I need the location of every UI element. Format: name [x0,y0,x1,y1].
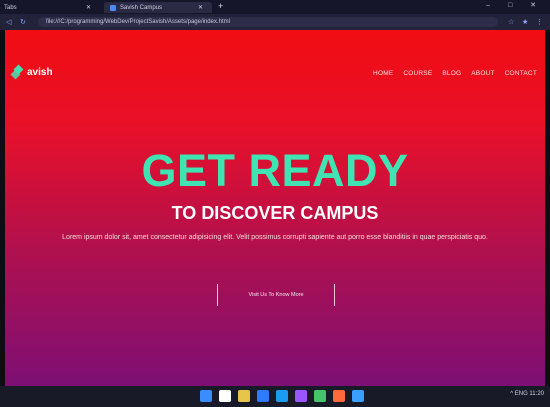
hero-title: GET READY [141,145,409,196]
address-bar[interactable]: file:///C:/programming/WebDev/ProjectSav… [38,17,498,27]
nav-blog[interactable]: BLOG [442,70,461,77]
browser-tab[interactable]: Tabs ✕ [4,2,100,13]
menu-icon[interactable]: ⋮ [536,18,543,26]
tab-title: Savish Campus [120,4,163,11]
nav-about[interactable]: ABOUT [471,70,494,77]
hero-description: Lorem ipsum dolor sit, amet consectetur … [62,234,488,241]
chrome-icon[interactable] [314,390,326,402]
extension-icon[interactable]: ★ [522,18,528,26]
system-tray[interactable]: ^ ENG 11:20 [510,391,544,397]
logo-icon [10,64,25,80]
hero-subtitle: TO DISCOVER CAMPUS [171,203,379,223]
new-tab-button[interactable]: + [218,1,223,11]
browser-tab-active[interactable]: Savish Campus ✕ [104,2,212,13]
site-logo[interactable]: avish [10,64,53,80]
nav-home[interactable]: HOME [373,70,393,77]
window-controls[interactable]: – □ ✕ [486,1,544,9]
browser-tab-bar: Tabs ✕ Savish Campus ✕ + – □ ✕ [0,0,550,14]
close-tab-icon[interactable]: ✕ [86,4,91,11]
search-icon[interactable] [219,390,231,402]
app-icon[interactable] [295,390,307,402]
reload-icon[interactable]: ↻ [20,18,26,26]
file-explorer-icon[interactable] [238,390,250,402]
web-page: avish HOME COURSE BLOG ABOUT CONTACT GET… [5,30,545,386]
tab-title: Tabs [4,4,17,11]
browser-toolbar: ◁ ↻ file:///C:/programming/WebDev/Projec… [0,14,550,30]
cta-button[interactable]: Visit Us To Know More [217,284,335,306]
start-icon[interactable] [200,390,212,402]
widgets-icon[interactable] [257,390,269,402]
bookmark-icon[interactable]: ☆ [508,18,514,26]
site-nav: HOME COURSE BLOG ABOUT CONTACT [373,70,537,77]
app-icon[interactable] [352,390,364,402]
taskbar: ^ ENG 11:20 [0,386,550,407]
close-tab-icon[interactable]: ✕ [198,4,203,11]
favicon-icon [110,4,116,11]
logo-text: avish [27,67,53,78]
app-icon[interactable] [333,390,345,402]
edge-icon[interactable] [276,390,288,402]
nav-contact[interactable]: CONTACT [505,70,537,77]
taskbar-apps [200,390,364,402]
back-icon[interactable]: ◁ [6,18,11,26]
nav-course[interactable]: COURSE [403,70,432,77]
